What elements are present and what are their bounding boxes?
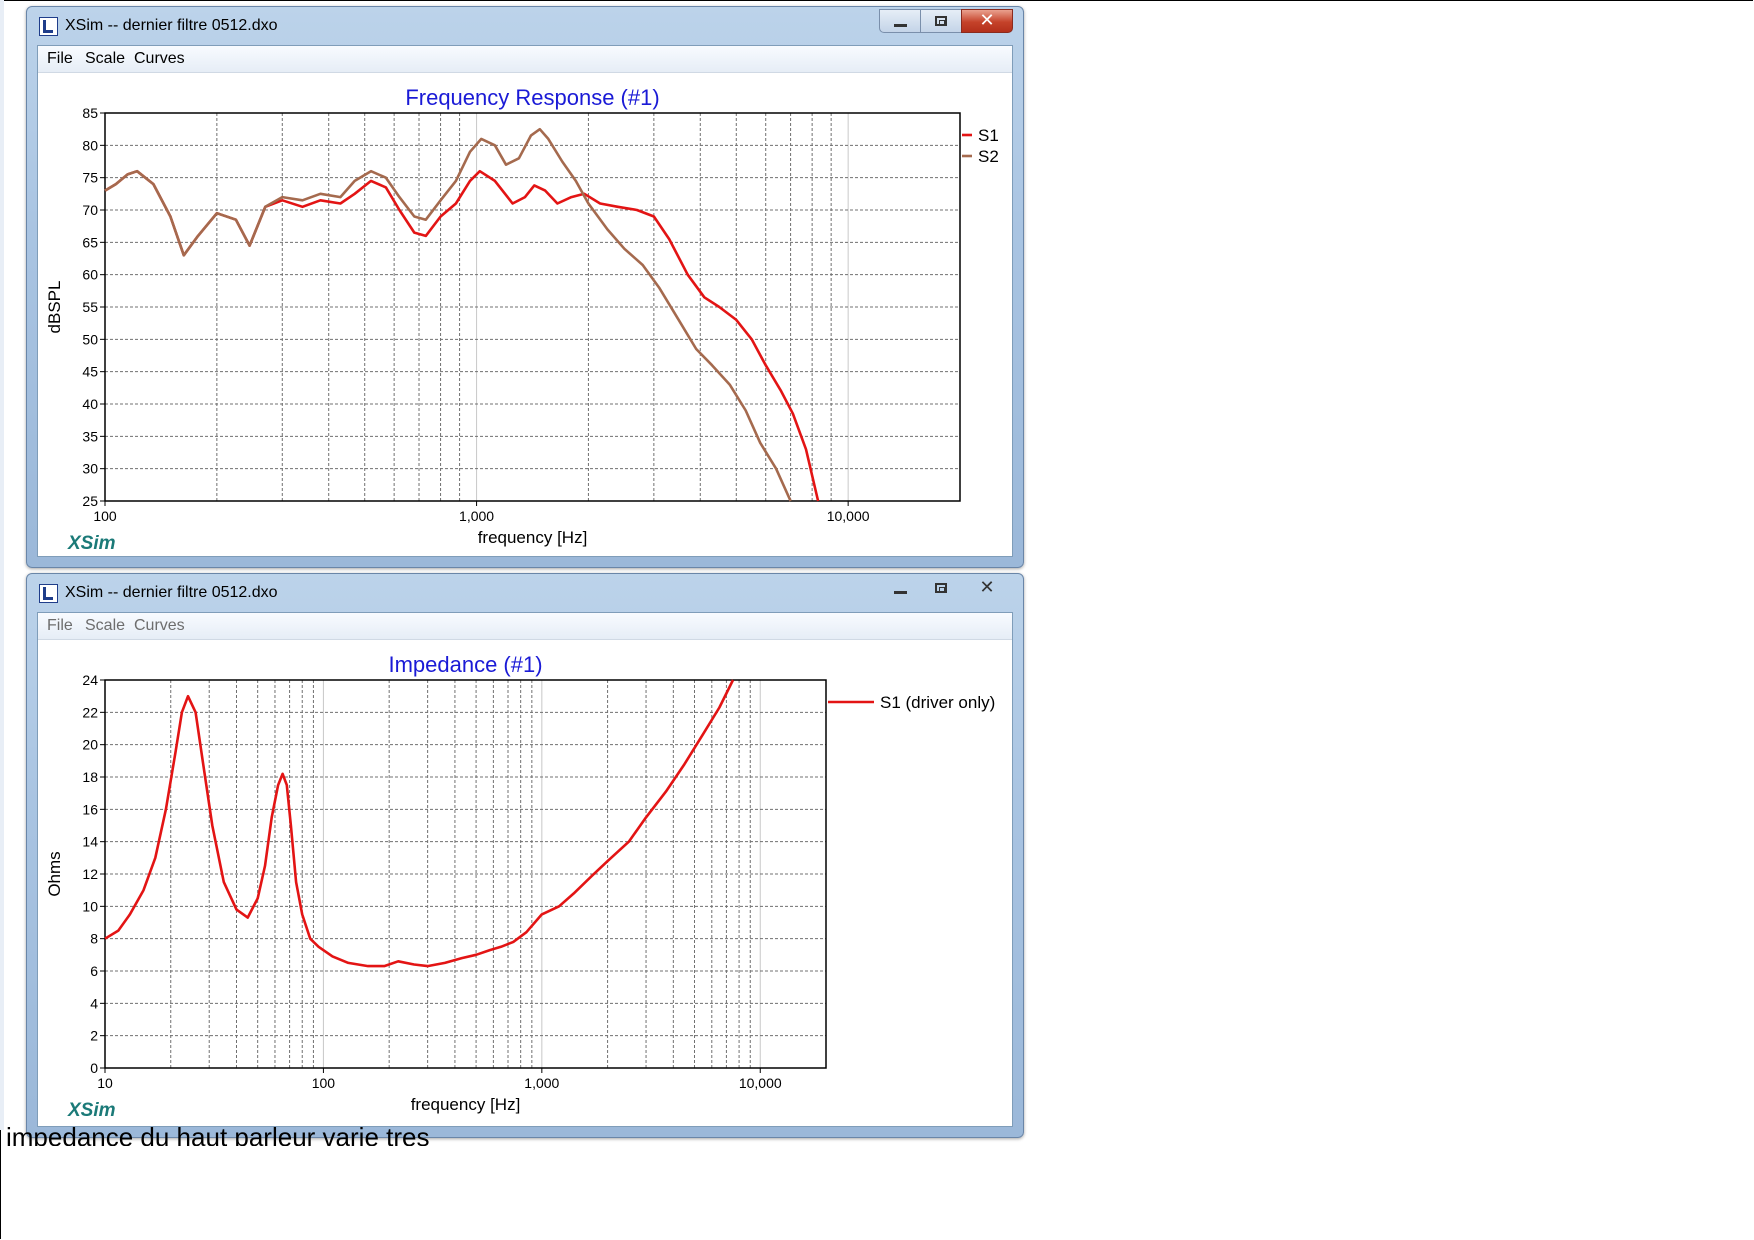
y-tick-label: 55 [82, 299, 98, 315]
chart-title: Impedance (#1) [388, 652, 542, 677]
y-tick-label: 0 [90, 1060, 98, 1076]
grid-lines [105, 680, 826, 1068]
close-icon: ✕ [979, 577, 995, 598]
y-tick-label: 40 [82, 396, 98, 412]
y-tick-label: 12 [82, 866, 98, 882]
chart-client-area: File Scale Curves 25 30 35 40 45 50 55 60 65 70 75… [37, 45, 1013, 557]
x-tick-label: 100 [312, 1075, 336, 1091]
series-line-1 [104, 679, 735, 968]
frequency-response-window[interactable]: XSim -- dernier filtre 0512.dxo ✕ File S… [26, 6, 1024, 568]
xsim-brand-logo: XSim [67, 1100, 116, 1121]
minimize-button[interactable] [879, 9, 921, 33]
title-bar[interactable]: XSim -- dernier filtre 0512.dxo ✕ [27, 574, 1023, 616]
grid-lines [105, 113, 960, 501]
frequency-response-chart[interactable]: 25 30 35 40 45 50 55 60 65 70 75 80 85 100 1,000 10,000… [38, 46, 1012, 556]
y-tick-label: 22 [82, 704, 98, 720]
chart-client-area: File Scale Curves 0 2 4 6 8 10 12 14 16 18 20 22 24 1… [37, 612, 1013, 1127]
x-tick-label: 1,000 [524, 1075, 559, 1091]
y-tick-label: 75 [82, 170, 98, 186]
minimize-button[interactable] [879, 576, 921, 600]
maximize-icon [935, 16, 947, 26]
legend-label: S2 [978, 147, 999, 166]
x-axis-label: frequency [Hz] [478, 528, 588, 547]
legend-label: S1 (driver only) [880, 693, 995, 712]
title-bar[interactable]: XSim -- dernier filtre 0512.dxo ✕ [27, 7, 1023, 49]
x-tick-label: 10 [97, 1075, 113, 1091]
y-tick-label: 20 [82, 737, 98, 753]
y-tick-label: 14 [82, 834, 98, 850]
y-tick-label: 35 [82, 428, 98, 444]
impedance-chart[interactable]: 02468101214161820222410 100 1,000 10,000S1 … [38, 613, 1012, 1126]
background-window-edge [0, 0, 4, 1130]
y-tick-label: 8 [90, 931, 98, 947]
maximize-button[interactable] [920, 576, 962, 600]
minimize-icon [894, 591, 907, 594]
y-tick-label: 30 [82, 461, 98, 477]
window-title: XSim -- dernier filtre 0512.dxo [65, 584, 278, 601]
close-button[interactable]: ✕ [961, 9, 1013, 33]
minimize-icon [894, 24, 907, 27]
maximize-button[interactable] [920, 9, 962, 33]
y-tick-label: 4 [90, 995, 98, 1011]
y-axis-label: Ohms [45, 851, 64, 896]
y-tick-label: 16 [82, 801, 98, 817]
y-tick-label: 50 [82, 331, 98, 347]
y-tick-label: 70 [82, 202, 98, 218]
close-button[interactable]: ✕ [961, 576, 1013, 600]
chart-title: Frequency Response (#1) [405, 85, 659, 110]
series-line-2 [104, 127, 792, 502]
y-tick-label: 45 [82, 364, 98, 380]
y-tick-label: 24 [82, 672, 98, 688]
y-tick-label: 85 [82, 105, 98, 121]
y-tick-label: 10 [82, 898, 98, 914]
y-axis-label: dBSPL [45, 281, 64, 334]
impedance-window[interactable]: XSim -- dernier filtre 0512.dxo ✕ File S… [26, 573, 1024, 1138]
legend-label: S1 [978, 126, 999, 145]
x-tick-label: 10,000 [827, 508, 870, 524]
x-tick-label: 100 [93, 508, 117, 524]
y-tick-label: 6 [90, 963, 98, 979]
x-tick-label: 10,000 [739, 1075, 782, 1091]
xsim-app-icon[interactable] [39, 17, 58, 36]
slide-caption: impedance du haut parleur varie tres [6, 1122, 430, 1146]
y-tick-label: 65 [82, 234, 98, 250]
y-tick-label: 18 [82, 769, 98, 785]
x-tick-label: 1,000 [459, 508, 494, 524]
xsim-brand-logo: XSim [67, 533, 116, 554]
x-axis-label: frequency [Hz] [411, 1095, 521, 1114]
maximize-icon [935, 583, 947, 593]
close-icon: ✕ [979, 10, 995, 31]
y-tick-label: 60 [82, 267, 98, 283]
xsim-app-icon[interactable] [39, 584, 58, 603]
y-tick-label: 80 [82, 137, 98, 153]
y-tick-label: 2 [90, 1028, 98, 1044]
y-tick-label: 25 [82, 493, 98, 509]
window-title: XSim -- dernier filtre 0512.dxo [65, 17, 278, 34]
